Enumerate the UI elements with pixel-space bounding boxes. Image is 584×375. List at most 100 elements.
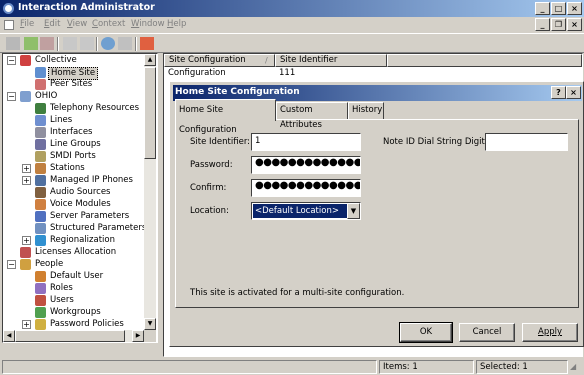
tree-item[interactable]: Interfaces: [3, 127, 143, 139]
sort-indicator-icon: /: [265, 56, 268, 65]
filter-icon[interactable]: [118, 37, 132, 50]
tree-item[interactable]: Lines: [3, 115, 143, 127]
tree-item[interactable]: Workgroups: [3, 307, 143, 319]
telephony-icon: [35, 103, 46, 114]
collapse-icon[interactable]: −: [7, 56, 16, 65]
menu-help[interactable]: Help: [167, 19, 186, 29]
minimize-button[interactable]: _: [535, 2, 550, 15]
ok-button[interactable]: OK: [399, 322, 453, 343]
tab-home-site-configuration[interactable]: Home Site Configuration: [175, 99, 276, 135]
tree-item[interactable]: Licenses Allocation: [3, 247, 143, 259]
menu-view[interactable]: View: [67, 19, 87, 29]
tree-item[interactable]: Peer Sites: [3, 79, 143, 91]
tree-item[interactable]: Structured Parameters: [3, 223, 146, 235]
structured-parameters-icon: [35, 223, 46, 234]
exit-icon[interactable]: [140, 37, 154, 50]
maximize-button[interactable]: □: [551, 2, 566, 15]
menu-file[interactable]: File: [20, 19, 34, 29]
menu-context[interactable]: Context: [92, 19, 125, 29]
scroll-corner: [144, 330, 156, 342]
tab-custom-attributes[interactable]: Custom Attributes: [276, 102, 348, 130]
tree-item[interactable]: Server Parameters: [3, 211, 143, 223]
line-groups-icon: [35, 139, 46, 150]
tree-item-label: Users: [50, 295, 74, 305]
dialog-close-button[interactable]: ×: [566, 86, 581, 99]
home-site-icon: [35, 67, 46, 78]
tree-vertical-scrollbar[interactable]: ▲ ▼: [144, 54, 156, 330]
tree-item[interactable]: Home Site: [3, 67, 143, 80]
tree-item[interactable]: + Managed IP Phones: [3, 175, 143, 187]
expand-icon[interactable]: +: [22, 164, 31, 173]
scroll-thumb[interactable]: [144, 67, 156, 159]
tree-item-label: Managed IP Phones: [50, 175, 133, 185]
lines-icon: [35, 115, 46, 126]
toolbar: [0, 33, 584, 53]
toolbar-separator: [57, 37, 59, 51]
scroll-left-button[interactable]: ◀: [3, 330, 15, 342]
expand-icon[interactable]: +: [22, 320, 31, 329]
scroll-right-button[interactable]: ▶: [132, 330, 144, 342]
cancel-button[interactable]: Cancel: [459, 323, 515, 342]
close-button[interactable]: ×: [567, 2, 582, 15]
new-icon[interactable]: [6, 37, 20, 50]
collapse-icon[interactable]: −: [7, 92, 16, 101]
delete-icon[interactable]: [40, 37, 54, 50]
tree-horizontal-scrollbar[interactable]: ◀ ▶: [3, 330, 144, 342]
menu-bar: File Edit View Context Window Help _ ❐ ×: [0, 17, 584, 33]
location-dropdown[interactable]: <Default Location> ▼: [251, 202, 361, 220]
tree-item[interactable]: Audio Sources: [3, 187, 143, 199]
column-header-site-identifier[interactable]: Site Identifier: [275, 54, 387, 67]
tree-item[interactable]: Telephony Resources: [3, 103, 143, 115]
copy-icon[interactable]: [63, 37, 77, 50]
apply-button[interactable]: Apply: [522, 323, 578, 342]
status-pane: [2, 360, 377, 374]
tree-item[interactable]: Voice Modules: [3, 199, 143, 211]
child-restore-button[interactable]: ❐: [551, 18, 566, 31]
peer-sites-icon: [35, 79, 46, 90]
app-icon: [3, 3, 14, 14]
tree-item[interactable]: Users: [3, 295, 143, 307]
tree-item[interactable]: − People: [3, 259, 143, 271]
dropdown-arrow-icon[interactable]: ▼: [347, 203, 360, 219]
expand-icon[interactable]: +: [22, 236, 31, 245]
menu-window[interactable]: Window: [131, 19, 165, 29]
tree-item[interactable]: SMDI Ports: [3, 151, 143, 163]
scroll-down-button[interactable]: ▼: [144, 318, 156, 330]
tree-item[interactable]: Default User: [3, 271, 143, 283]
menu-edit[interactable]: Edit: [44, 19, 60, 29]
tree-item[interactable]: Line Groups: [3, 139, 143, 151]
app-title-bar[interactable]: Interaction Administrator _ □ ×: [0, 0, 584, 17]
note-id-input[interactable]: [485, 133, 568, 151]
list-cell[interactable]: Configuration: [164, 67, 275, 79]
child-close-button[interactable]: ×: [567, 18, 582, 31]
tree-item[interactable]: + Regionalization: [3, 235, 143, 247]
tree-item[interactable]: − OHIO: [3, 91, 143, 103]
confirm-password-input[interactable]: ●●●●●●●●●●●●●●●●●: [251, 179, 361, 197]
tree-item-label: People: [35, 259, 64, 269]
tree-item[interactable]: − Collective: [3, 55, 143, 67]
resize-grip-icon[interactable]: ◢: [570, 362, 582, 374]
paste-icon[interactable]: [80, 37, 94, 50]
expand-icon[interactable]: +: [22, 176, 31, 185]
site-identifier-input[interactable]: 1: [251, 133, 361, 151]
dialog-title: Home Site Configuration: [175, 87, 300, 97]
tree-item[interactable]: Roles: [3, 283, 143, 295]
scroll-up-button[interactable]: ▲: [144, 54, 156, 66]
tree-item-label: Structured Parameters: [50, 223, 147, 233]
refresh-icon[interactable]: [101, 37, 115, 50]
collapse-icon[interactable]: −: [7, 260, 16, 269]
audio-sources-icon: [35, 187, 46, 198]
scroll-thumb[interactable]: [15, 330, 125, 342]
smdi-ports-icon: [35, 151, 46, 162]
tab-history[interactable]: History: [348, 102, 384, 120]
dialog-help-button[interactable]: ?: [551, 86, 566, 99]
child-minimize-button[interactable]: _: [535, 18, 550, 31]
list-cell[interactable]: 111: [275, 67, 387, 79]
licenses-icon: [20, 247, 31, 258]
confirm-label: Confirm:: [190, 183, 227, 193]
edit-icon[interactable]: [24, 37, 38, 50]
navigation-tree[interactable]: − Collective Home Site Peer Sites − OHIO Telep…: [2, 53, 158, 343]
password-input[interactable]: ●●●●●●●●●●●●●●●●●: [251, 156, 361, 174]
tree-item[interactable]: + Stations: [3, 163, 143, 175]
column-header-site-configuration[interactable]: Site Configuration: [164, 54, 275, 67]
